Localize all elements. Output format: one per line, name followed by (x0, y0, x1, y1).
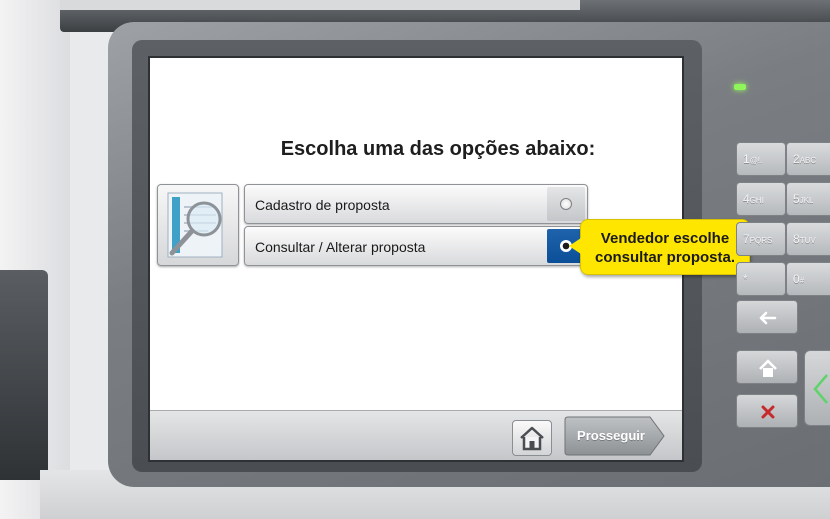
backspace-key[interactable] (736, 300, 798, 334)
option-consultar-alterar-proposta[interactable]: Consultar / Alterar proposta (244, 226, 588, 266)
status-led (734, 84, 746, 90)
home-icon (759, 359, 777, 377)
key-0[interactable]: 0# (786, 262, 830, 296)
home-key[interactable] (736, 350, 798, 384)
key-2[interactable]: 2ABC (786, 142, 830, 176)
option-cadastro-de-proposta[interactable]: Cadastro de proposta (244, 184, 588, 224)
key-8[interactable]: 8TUV (786, 222, 830, 256)
callout-line-2: consultar proposta. (594, 249, 736, 266)
diamond-icon (813, 374, 828, 404)
printer-side-tray (0, 270, 48, 480)
screen-title: Escolha uma das opções abaixo: (280, 138, 596, 160)
home-icon (520, 426, 544, 451)
document-magnifier-icon (157, 184, 239, 266)
arrow-left-icon (759, 311, 777, 325)
key-5[interactable]: 5JKL (786, 182, 830, 216)
callout-annotation: Vendedor escolhe consultar proposta. (569, 219, 750, 275)
cancel-key[interactable] (736, 394, 798, 428)
option-label: Consultar / Alterar proposta (255, 239, 426, 255)
callout-line-1: Vendedor escolhe (600, 230, 730, 247)
home-button[interactable] (512, 420, 552, 456)
radio-unselected-icon (560, 198, 572, 210)
start-key[interactable] (804, 350, 830, 426)
prosseguir-label: Prosseguir (577, 428, 645, 443)
key-4[interactable]: 4GHI (736, 182, 786, 216)
key-star[interactable]: * (736, 262, 786, 296)
x-icon (761, 405, 775, 419)
key-7[interactable]: 7PQRS (736, 222, 786, 256)
radio-box[interactable] (547, 187, 585, 221)
key-1[interactable]: 1@!. (736, 142, 786, 176)
prosseguir-button[interactable]: Prosseguir (564, 416, 666, 456)
option-label: Cadastro de proposta (255, 197, 390, 213)
printer-top-edge (60, 0, 580, 10)
